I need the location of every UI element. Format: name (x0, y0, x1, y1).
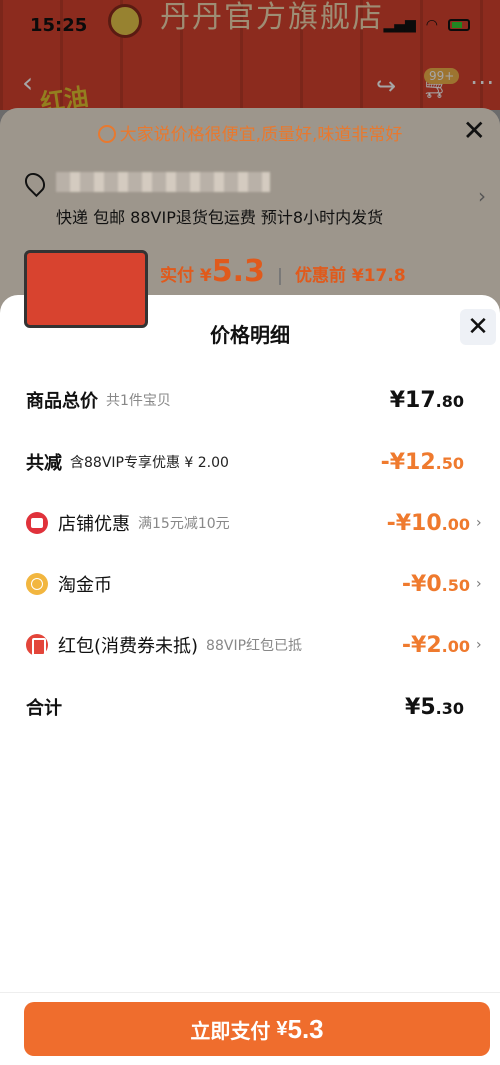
row-amount: -¥0.50 (401, 571, 470, 597)
address-blurred[interactable] (56, 172, 270, 192)
row-label: 合计 (26, 698, 62, 719)
chevron-right-icon[interactable]: › (476, 576, 486, 592)
row-sub: 88VIP红包已抵 (206, 638, 303, 654)
close-icon[interactable]: ✕ (463, 114, 486, 147)
row-label: 红包(消费券未抵) (58, 636, 199, 657)
row-grand-total: 合计 ¥5.30 (26, 692, 486, 722)
coin-icon (26, 573, 48, 595)
review-hint: 大家说价格很便宜,质量好,味道非常好 (0, 120, 500, 145)
row-amount: ¥5.30 (405, 694, 464, 720)
product-thumbnail (24, 250, 148, 328)
paid-price: 实付 ¥5.3 | 优惠前 ¥17.8 (160, 254, 406, 289)
price-detail-sheet: 价格明细 ✕ 商品总价 共1件宝贝 ¥17.80 共减 含88VIP专享优惠 ¥… (0, 295, 500, 1065)
row-sub: 满15元减10元 (138, 516, 230, 532)
pay-now-button[interactable]: 立即支付 ¥5.3 (24, 1002, 490, 1056)
row-amount: -¥2.00 (401, 632, 470, 658)
chat-icon (97, 125, 116, 143)
row-amount: ¥17.80 (389, 387, 464, 413)
row-sub: 共1件宝贝 (106, 393, 171, 409)
row-amount: -¥12.50 (380, 449, 464, 475)
row-red-packet[interactable]: 红包(消费券未抵) 88VIP红包已抵 -¥2.00 › (26, 630, 486, 660)
row-label: 商品总价 (26, 391, 98, 412)
row-label: 共减 (26, 453, 62, 474)
row-total-discount: 共减 含88VIP专享优惠 ¥ 2.00 -¥12.50 (26, 447, 486, 477)
shipping-info: 快递 包邮 88VIP退货包运费 预计8小时内发货 (56, 208, 384, 227)
row-sub: 含88VIP专享优惠 ¥ 2.00 (70, 455, 229, 471)
chevron-right-icon[interactable]: › (476, 637, 486, 653)
row-label: 淘金币 (58, 575, 112, 596)
location-icon (20, 168, 50, 198)
dim-overlay[interactable] (0, 0, 500, 110)
row-amount: -¥10.00 (386, 510, 470, 536)
row-shop-discount[interactable]: 店铺优惠 满15元减10元 -¥10.00 › (26, 508, 486, 538)
row-label: 店铺优惠 (58, 514, 130, 535)
chevron-right-icon[interactable]: › (476, 515, 486, 531)
divider (0, 992, 500, 993)
row-taojinbi[interactable]: 淘金币 -¥0.50 › (26, 569, 486, 599)
red-packet-icon (26, 634, 48, 656)
chevron-right-icon[interactable]: › (478, 184, 486, 208)
row-subtotal: 商品总价 共1件宝贝 ¥17.80 (26, 385, 486, 415)
order-sheet: 大家说价格很便宜,质量好,味道非常好 ✕ › 快递 包邮 88VIP退货包运费 … (0, 108, 500, 328)
shop-icon (26, 512, 48, 534)
